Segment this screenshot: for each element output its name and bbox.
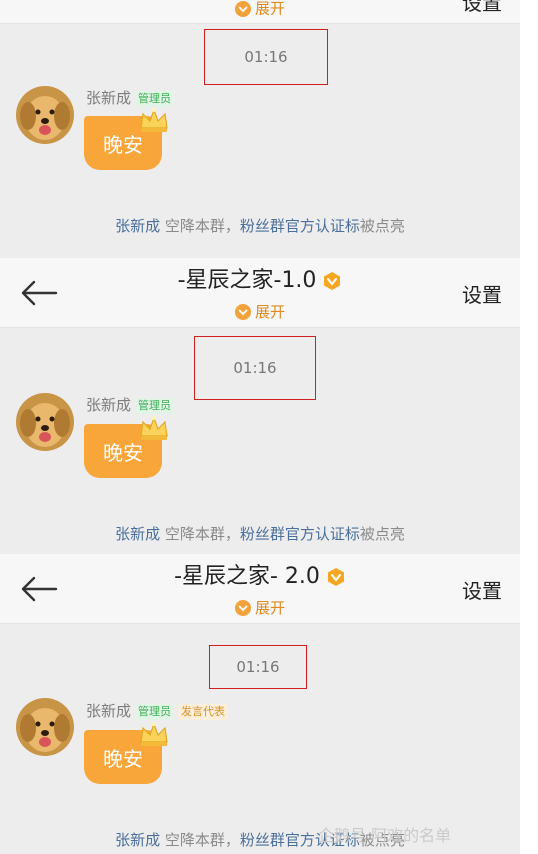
expand-label: 展开 [254,598,285,617]
message-time: 01:16 [209,645,307,689]
expand-toggle[interactable]: 展开 [0,596,520,619]
admin-tag: 管理员 [135,398,175,414]
verified-badge-icon [327,568,344,586]
system-notice: 张新成 空降本群，粉丝群官方认证标被点亮 [0,216,520,236]
chat-header-3: -星辰之家- 2.0 展开 设置 [0,554,520,624]
message-time: 01:16 [204,29,328,85]
expand-toggle[interactable]: 展开 [0,0,520,19]
system-notice-name[interactable]: 张新成 [115,831,160,849]
expand-label: 展开 [254,302,285,321]
system-notice-name[interactable]: 张新成 [115,217,160,235]
avatar[interactable] [16,393,74,451]
group-title: -星辰之家- 2.0 [174,564,320,589]
system-notice-tail: 被点亮 [359,217,405,235]
dog-avatar-icon [16,698,74,756]
admin-tag: 管理员 [135,91,175,107]
message-time: 01:16 [194,336,316,400]
crown-icon [140,722,168,746]
avatar[interactable] [16,698,74,756]
chevron-down-icon [234,303,251,320]
group-title: -星辰之家-1.0 [177,268,317,293]
system-notice-link[interactable]: 粉丝群官方认证标 [240,525,360,543]
dog-avatar-icon [16,393,74,451]
chat-header-2: -星辰之家-1.0 展开 设置 [0,258,520,328]
watermark: 企鹅号 阿欢的名单 [318,826,452,845]
sender-line: 张新成 管理员 [86,89,175,107]
chat-header-1: 展开 设置 [0,0,520,24]
admin-tag: 管理员 [135,704,175,720]
group-title-row: -星辰之家-1.0 [0,266,520,296]
expand-toggle[interactable]: 展开 [0,300,520,323]
system-notice-text: 空降本群， [160,217,240,235]
system-notice-name[interactable]: 张新成 [115,525,160,543]
crown-icon [140,108,168,132]
dog-avatar-icon [16,86,74,144]
verified-badge-icon [324,272,341,290]
speaker-tag: 发言代表 [178,704,229,720]
sender-line: 张新成 管理员 [86,396,175,414]
system-notice-text: 空降本群， [160,525,240,543]
sender-name: 张新成 [86,396,132,414]
system-notice-link[interactable]: 粉丝群官方认证标 [240,217,360,235]
settings-button[interactable]: 设置 [462,578,502,604]
sender-name: 张新成 [86,89,132,107]
avatar[interactable] [16,86,74,144]
crown-icon [140,416,168,440]
system-notice-text: 空降本群， [160,831,240,849]
system-notice-tail: 被点亮 [359,525,405,543]
system-notice: 张新成 空降本群，粉丝群官方认证标被点亮 [0,524,520,544]
sender-name: 张新成 [86,702,132,720]
chevron-down-icon [234,0,251,17]
settings-button[interactable]: 设置 [462,0,502,16]
sender-line: 张新成 管理员 发言代表 [86,702,229,720]
group-title-row: -星辰之家- 2.0 [0,562,520,592]
chevron-down-icon [234,599,251,616]
settings-button[interactable]: 设置 [462,282,502,308]
expand-label: 展开 [254,0,285,18]
